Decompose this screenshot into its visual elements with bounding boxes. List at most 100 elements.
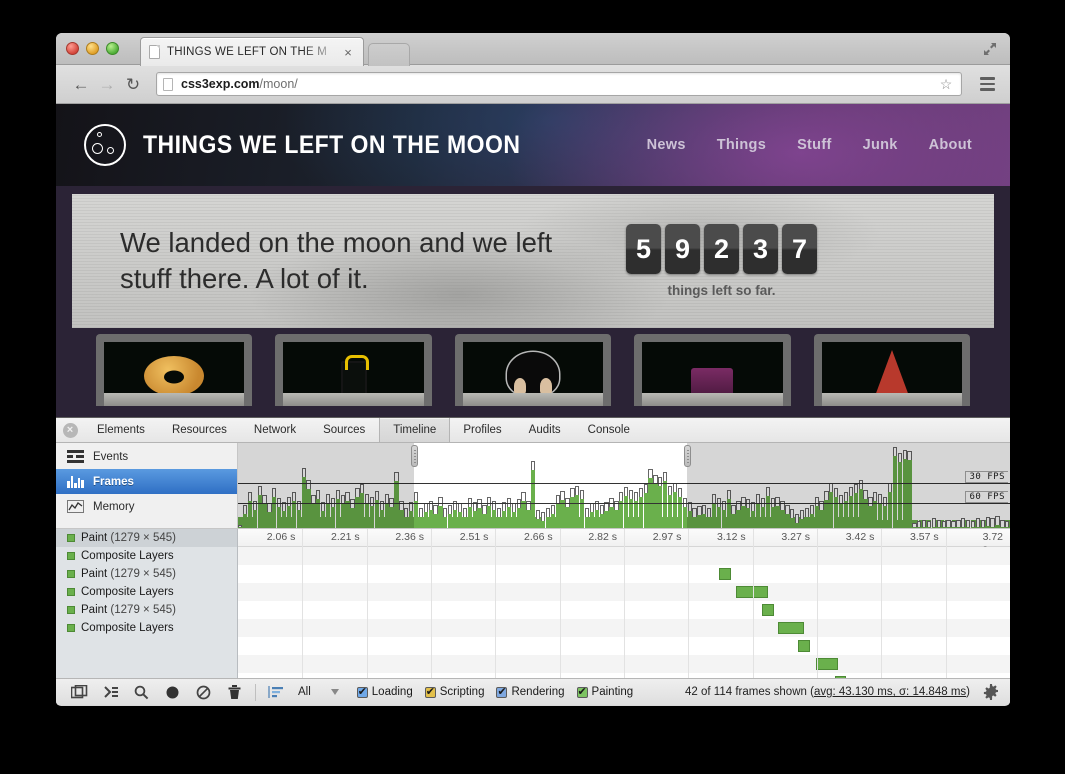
frames-overview-chart[interactable]: 30 FPS60 FPS	[238, 443, 1010, 528]
overview-frame-bar	[575, 486, 579, 528]
record-label[interactable]: Composite Layers	[56, 547, 237, 565]
overview-frame-bar	[458, 503, 462, 528]
nav-link-things[interactable]: Things	[717, 137, 766, 153]
record-label[interactable]: Paint (1279 × 545)	[56, 601, 237, 619]
record-label-text: Composite Layers	[81, 586, 174, 598]
overview-frame-bar	[663, 472, 667, 528]
thumbnail-gnome[interactable]	[814, 334, 970, 406]
bookmark-star-icon[interactable]: ☆	[937, 76, 955, 93]
record-bar[interactable]	[778, 622, 804, 634]
category-loading[interactable]: Loading	[357, 686, 413, 698]
record-timeline-grid[interactable]: 2.06 s2.21 s2.36 s2.51 s2.66 s2.82 s2.97…	[238, 529, 1010, 678]
record-bar[interactable]	[719, 568, 731, 580]
checkbox-painting[interactable]	[577, 687, 588, 698]
tab-resources[interactable]: Resources	[159, 418, 241, 442]
overview-selection-handle-left[interactable]	[411, 445, 418, 467]
console-drawer-icon[interactable]	[95, 680, 126, 705]
close-tab-icon[interactable]: ×	[341, 46, 355, 59]
close-window-button[interactable]	[66, 42, 79, 55]
forward-button[interactable]: →	[94, 71, 120, 97]
flame-chart-icon[interactable]	[261, 680, 292, 705]
category-painting[interactable]: Painting	[577, 686, 634, 698]
browser-tab[interactable]: THINGS WE LEFT ON THE M ×	[140, 37, 364, 66]
filter-select[interactable]: All	[292, 686, 345, 698]
overview-frame-bar	[556, 495, 560, 528]
tab-profiles[interactable]: Profiles	[450, 418, 515, 442]
timeline-tick-label: 2.51 s	[460, 531, 496, 543]
overview-frame-bar	[580, 490, 584, 528]
address-bar[interactable]: css3exp.com/moon/ ☆	[156, 72, 962, 96]
record-bar[interactable]	[798, 640, 810, 652]
view-item-memory[interactable]: Memory	[56, 494, 237, 519]
devtools-close-button[interactable]: ×	[56, 418, 84, 442]
record-color-swatch	[67, 588, 75, 596]
view-item-frames[interactable]: Frames	[56, 469, 237, 494]
overview-frame-bar	[521, 492, 525, 528]
frames-summary-stats: avg: 43.130 ms, σ: 14.848 ms	[814, 686, 966, 698]
record-icon[interactable]	[157, 680, 188, 705]
nav-link-stuff[interactable]: Stuff	[797, 137, 832, 153]
tab-strip: THINGS WE LEFT ON THE M ×	[56, 33, 1010, 65]
hero-heading: We landed on the moon and we left stuff …	[120, 225, 610, 297]
dock-panel-icon[interactable]	[64, 680, 95, 705]
timeline-gridline	[302, 529, 303, 678]
overview-frame-bar	[678, 488, 682, 528]
record-color-swatch	[67, 552, 75, 560]
browser-menu-button[interactable]	[976, 73, 998, 95]
record-bar[interactable]	[762, 604, 774, 616]
overview-frame-bar	[414, 492, 418, 528]
thumbnail-cat[interactable]	[455, 334, 611, 406]
fullscreen-icon[interactable]	[982, 41, 998, 57]
overview-frame-bar	[541, 512, 545, 528]
reload-button[interactable]: ↻	[120, 71, 146, 97]
tab-timeline[interactable]: Timeline	[379, 418, 450, 442]
record-bar[interactable]	[816, 658, 838, 670]
trash-icon[interactable]	[219, 680, 250, 705]
nav-link-news[interactable]: News	[647, 137, 686, 153]
nav-link-about[interactable]: About	[929, 137, 972, 153]
overview-frame-bar	[536, 510, 540, 528]
tab-elements[interactable]: Elements	[84, 418, 159, 442]
moon-logo-icon	[84, 124, 126, 166]
record-label[interactable]: Composite Layers	[56, 619, 237, 637]
thumbnail-donut[interactable]	[96, 334, 252, 406]
nav-link-junk[interactable]: Junk	[863, 137, 898, 153]
checkbox-loading[interactable]	[357, 687, 368, 698]
devtools-panel: × Elements Resources Network Sources Tim…	[56, 417, 1010, 705]
frames-icon	[67, 475, 84, 488]
timeline-tick-label: 2.21 s	[331, 531, 367, 543]
search-icon[interactable]	[126, 680, 157, 705]
overview-frame-bar	[448, 505, 452, 528]
counter-digit: 9	[665, 224, 700, 274]
page-favicon-icon	[149, 45, 160, 59]
category-rendering[interactable]: Rendering	[496, 686, 564, 698]
category-scripting[interactable]: Scripting	[425, 686, 485, 698]
record-label-list[interactable]: Paint (1279 × 545)Composite LayersPaint …	[56, 529, 238, 678]
timeline-tick-label: 2.36 s	[395, 531, 431, 543]
tab-sources[interactable]: Sources	[310, 418, 379, 442]
tab-audits[interactable]: Audits	[516, 418, 575, 442]
new-tab-button[interactable]	[368, 43, 410, 66]
record-label[interactable]: Paint (1279 × 545)	[56, 529, 237, 547]
clear-icon[interactable]	[188, 680, 219, 705]
gear-icon[interactable]	[980, 684, 1002, 700]
overview-selection-handle-right[interactable]	[684, 445, 691, 467]
checkbox-scripting[interactable]	[425, 687, 436, 698]
back-button[interactable]: ←	[68, 71, 94, 97]
counter-digit: 2	[704, 224, 739, 274]
record-label[interactable]: Composite Layers	[56, 583, 237, 601]
thumbnail-case[interactable]	[634, 334, 790, 406]
timeline-tick-label: 2.97 s	[653, 531, 689, 543]
tab-console[interactable]: Console	[575, 418, 644, 442]
thumbnail-bag[interactable]	[275, 334, 431, 406]
maximize-window-button[interactable]	[106, 42, 119, 55]
timeline-gridline	[688, 529, 689, 678]
view-item-events[interactable]: Events	[56, 444, 237, 469]
checkbox-rendering[interactable]	[496, 687, 507, 698]
record-bar[interactable]	[835, 676, 847, 678]
overview-frame-bar	[463, 508, 467, 529]
record-label[interactable]: Paint (1279 × 545)	[56, 565, 237, 583]
minimize-window-button[interactable]	[86, 42, 99, 55]
tab-network[interactable]: Network	[241, 418, 310, 442]
events-icon	[67, 450, 84, 463]
